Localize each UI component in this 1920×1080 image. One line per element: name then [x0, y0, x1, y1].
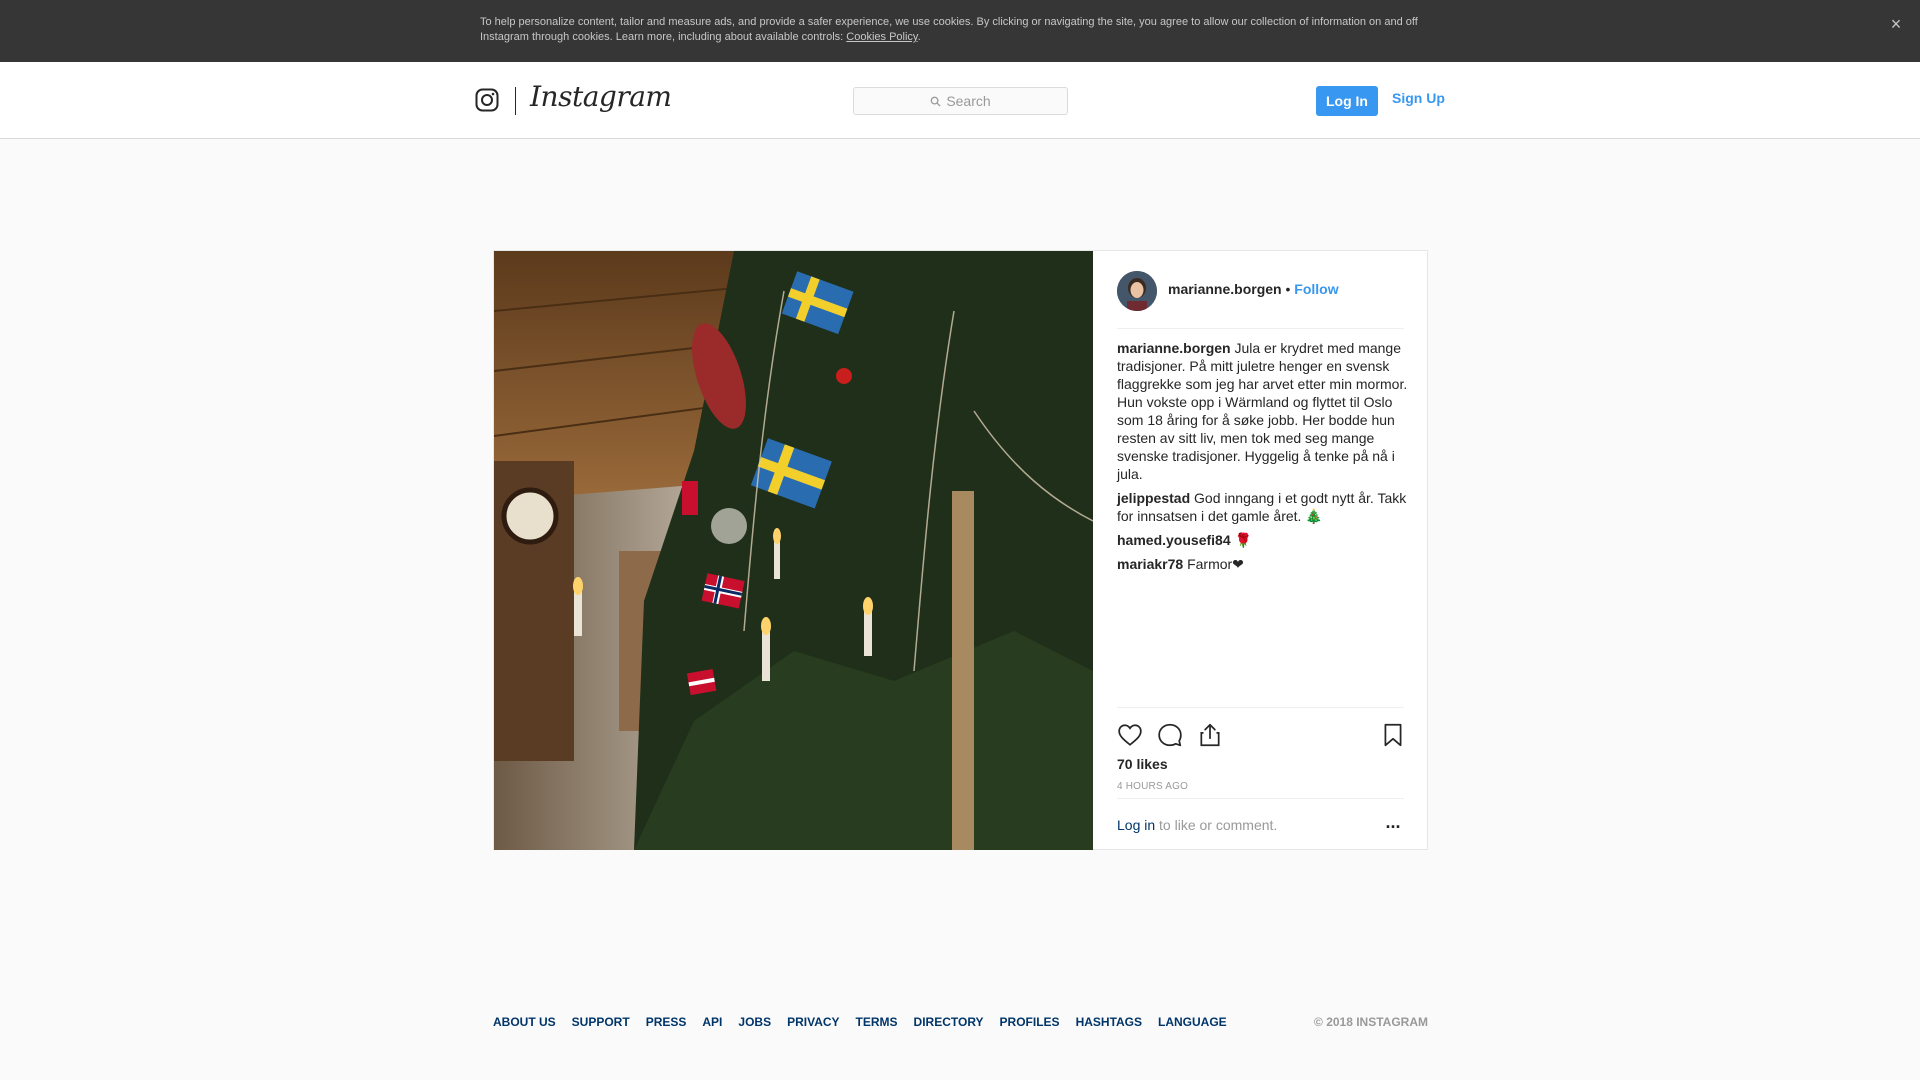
- comment-icon[interactable]: [1157, 722, 1183, 748]
- login-link[interactable]: Log in: [1117, 817, 1155, 833]
- caption-user[interactable]: marianne.borgen: [1117, 340, 1231, 356]
- follow-button[interactable]: Follow: [1294, 281, 1338, 297]
- cookie-text: To help personalize content, tailor and …: [480, 15, 1430, 45]
- caption-text: Jula er krydret med mange tradisjoner. P…: [1117, 340, 1408, 482]
- footer-link-support[interactable]: SUPPORT: [572, 1015, 630, 1029]
- post-author-line: marianne.borgen • Follow: [1168, 281, 1339, 297]
- post-author[interactable]: marianne.borgen: [1168, 281, 1282, 297]
- login-prompt: Log in to like or comment. ...: [1117, 798, 1404, 846]
- comment-item: mariakr78 Farmor❤: [1117, 555, 1409, 573]
- footer-link-about[interactable]: ABOUT US: [493, 1015, 556, 1029]
- comment-user[interactable]: mariakr78: [1117, 556, 1183, 572]
- signup-link[interactable]: Sign Up: [1392, 90, 1445, 106]
- instagram-glyph-icon[interactable]: [475, 88, 499, 112]
- comment-item: jelippestad God inngang i et godt nytt å…: [1117, 489, 1409, 525]
- caption: marianne.borgen Jula er krydret med mang…: [1117, 339, 1409, 483]
- avatar[interactable]: [1117, 271, 1157, 311]
- search-input[interactable]: Search: [853, 87, 1068, 115]
- cookies-policy-link[interactable]: Cookies Policy: [846, 31, 917, 43]
- christmas-tree-photo: [494, 251, 1093, 850]
- login-button[interactable]: Log In: [1316, 86, 1378, 116]
- top-nav: Instagram Search Log In Sign Up: [0, 62, 1920, 139]
- instagram-wordmark[interactable]: Instagram: [530, 80, 672, 113]
- footer-link-api[interactable]: API: [702, 1015, 722, 1029]
- footer-link-hashtags[interactable]: HASHTAGS: [1076, 1015, 1142, 1029]
- close-icon[interactable]: ×: [1886, 14, 1906, 34]
- comment-text: 🌹: [1234, 532, 1252, 548]
- footer-link-profiles[interactable]: PROFILES: [1000, 1015, 1060, 1029]
- nav-divider: [515, 87, 516, 115]
- comment-text: Farmor❤: [1187, 556, 1244, 572]
- footer-link-press[interactable]: PRESS: [646, 1015, 687, 1029]
- heart-icon[interactable]: [1117, 722, 1143, 748]
- login-prompt-text: to like or comment.: [1155, 817, 1278, 833]
- action-icons: [1117, 716, 1404, 756]
- footer: ABOUT US SUPPORT PRESS API JOBS PRIVACY …: [493, 1015, 1428, 1035]
- post-photo[interactable]: [494, 251, 1093, 850]
- likes-count[interactable]: 70 likes: [1117, 756, 1168, 772]
- footer-link-directory[interactable]: DIRECTORY: [914, 1015, 984, 1029]
- cookie-banner: To help personalize content, tailor and …: [0, 0, 1920, 62]
- copyright: © 2018 INSTAGRAM: [1314, 1015, 1428, 1029]
- post-sidebar: marianne.borgen • Follow marianne.borgen…: [1093, 251, 1428, 849]
- cookie-suffix: .: [917, 31, 921, 43]
- more-options-button[interactable]: ...: [1381, 813, 1405, 837]
- footer-link-terms[interactable]: TERMS: [856, 1015, 898, 1029]
- footer-link-privacy[interactable]: PRIVACY: [787, 1015, 839, 1029]
- separator-dot: •: [1285, 281, 1291, 297]
- search-placeholder: Search: [946, 93, 991, 109]
- post: marianne.borgen • Follow marianne.borgen…: [493, 250, 1428, 850]
- footer-link-language[interactable]: LANGUAGE: [1158, 1015, 1227, 1029]
- post-actions: 70 likes 4 HOURS AGO Log in to like or c…: [1117, 707, 1404, 849]
- comment-item: hamed.yousefi84 🌹: [1117, 531, 1409, 549]
- comment-user[interactable]: hamed.yousefi84: [1117, 532, 1231, 548]
- bookmark-icon[interactable]: [1380, 722, 1406, 748]
- share-icon[interactable]: [1197, 722, 1223, 748]
- comments-list: marianne.borgen Jula er krydret med mang…: [1117, 339, 1409, 579]
- search-icon: [930, 96, 941, 107]
- post-time: 4 HOURS AGO: [1117, 781, 1189, 792]
- cookie-message: To help personalize content, tailor and …: [480, 16, 1418, 43]
- footer-links: ABOUT US SUPPORT PRESS API JOBS PRIVACY …: [493, 1015, 1227, 1029]
- post-header: marianne.borgen • Follow: [1117, 251, 1404, 329]
- footer-link-jobs[interactable]: JOBS: [738, 1015, 771, 1029]
- comment-user[interactable]: jelippestad: [1117, 490, 1190, 506]
